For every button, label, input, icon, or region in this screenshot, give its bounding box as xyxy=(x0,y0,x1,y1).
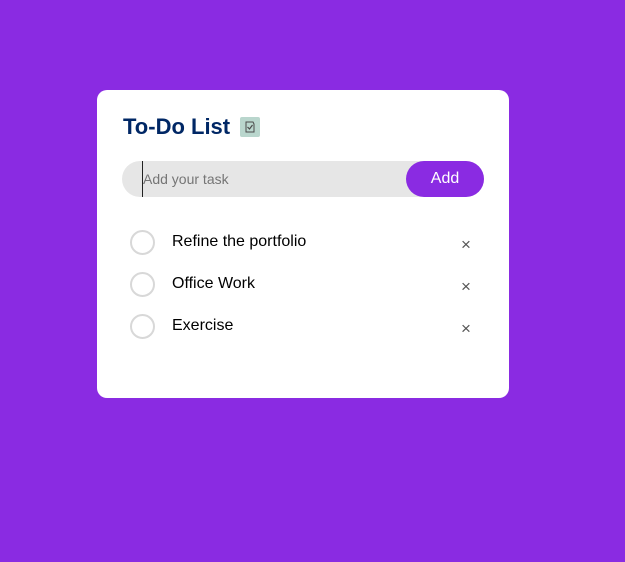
todo-card: To-Do List Add Refine the portfolio × Of… xyxy=(97,90,509,398)
list-item[interactable]: Exercise × xyxy=(130,314,476,356)
close-icon[interactable]: × xyxy=(456,235,476,255)
close-icon[interactable]: × xyxy=(456,319,476,339)
task-text: Exercise xyxy=(172,317,234,334)
task-text: Refine the portfolio xyxy=(172,233,307,250)
close-icon[interactable]: × xyxy=(456,277,476,297)
app-title: To-Do List xyxy=(123,114,231,139)
task-list: Refine the portfolio × Office Work × Exe… xyxy=(130,230,476,356)
task-input-row: Add xyxy=(122,161,484,197)
list-item[interactable]: Office Work × xyxy=(130,272,476,314)
task-input[interactable] xyxy=(142,161,392,197)
task-text: Office Work xyxy=(172,275,255,292)
list-item[interactable]: Refine the portfolio × xyxy=(130,230,476,272)
task-checkbox[interactable] xyxy=(130,272,155,297)
checklist-icon xyxy=(240,117,261,137)
title-row: To-Do List xyxy=(123,114,261,140)
task-checkbox[interactable] xyxy=(130,314,155,339)
task-checkbox[interactable] xyxy=(130,230,155,255)
add-button[interactable]: Add xyxy=(406,161,484,197)
